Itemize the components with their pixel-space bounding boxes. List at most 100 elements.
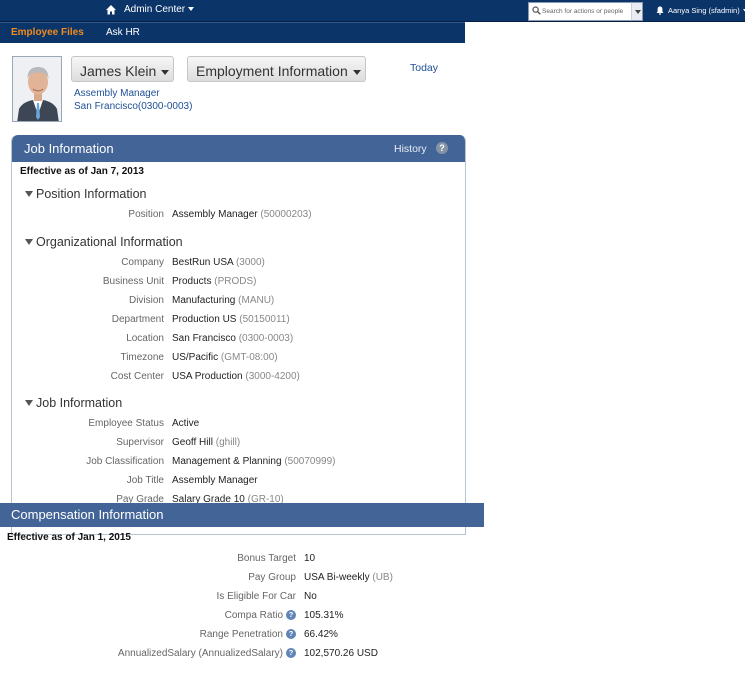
- help-icon[interactable]: ?: [436, 142, 448, 154]
- comp-field-row: Is Eligible For Car No: [0, 591, 745, 605]
- field-label: Bonus Target: [237, 553, 296, 564]
- employee-location[interactable]: San Francisco(0300-0003): [74, 101, 192, 112]
- field-row: Position Assembly Manager (50000203): [12, 209, 452, 223]
- employee-name: James Klein: [80, 63, 157, 79]
- value-code: (50070999): [284, 456, 336, 467]
- module-nav: Employee Files Ask HR: [0, 22, 465, 43]
- value-text: Geoff Hill: [172, 437, 213, 448]
- field-row: Location San Francisco (0300-0003): [12, 333, 452, 347]
- admin-center-menu[interactable]: Admin Center: [124, 4, 195, 15]
- tab-employee-files[interactable]: Employee Files: [11, 27, 84, 38]
- section-position-information[interactable]: Position Information: [25, 187, 146, 201]
- chevron-down-icon: [161, 69, 170, 75]
- search-dropdown-button[interactable]: [631, 2, 643, 21]
- field-label: Job Classification: [86, 456, 164, 467]
- field-value: San Francisco (0300-0003): [172, 333, 293, 344]
- compensation-panel-header: Compensation Information: [0, 503, 484, 527]
- effective-date: Effective as of Jan 7, 2013: [20, 166, 144, 177]
- top-bar: Admin Center Aanya Sing (sfadmin): [0, 0, 745, 22]
- field-row: Cost Center USA Production (3000-4200): [12, 371, 452, 385]
- field-label-with-help: AnnualizedSalary (AnnualizedSalary)?: [118, 648, 296, 659]
- panel-header: Job Information History ?: [12, 135, 465, 162]
- user-menu[interactable]: Aanya Sing (sfadmin): [668, 6, 745, 15]
- field-row: Division Manufacturing (MANU): [12, 295, 452, 309]
- view-selector-menu[interactable]: Employment Information: [187, 56, 366, 82]
- field-row: Business Unit Products (PRODS): [12, 276, 452, 290]
- job-information-panel: Job Information History ? Effective as o…: [11, 135, 466, 535]
- employee-job-title[interactable]: Assembly Manager: [74, 88, 160, 99]
- field-value: Manufacturing (MANU): [172, 295, 274, 306]
- search-box[interactable]: [528, 2, 642, 21]
- value-text: Assembly Manager: [172, 209, 258, 220]
- employee-photo: [12, 56, 62, 122]
- field-label: Location: [126, 333, 164, 344]
- value-code: (GMT-08:00): [220, 352, 278, 363]
- field-row: Employee Status Active: [12, 418, 452, 432]
- compensation-effective-date: Effective as of Jan 1, 2015: [7, 532, 131, 543]
- history-link[interactable]: History: [394, 143, 427, 155]
- field-row: Supervisor Geoff Hill (ghill): [12, 437, 452, 451]
- help-icon[interactable]: ?: [286, 629, 296, 640]
- field-value: USA Bi-weekly (UB): [304, 572, 393, 583]
- field-row: Job Classification Management & Planning…: [12, 456, 452, 470]
- field-label: Position: [128, 209, 164, 220]
- field-label: Division: [128, 295, 164, 306]
- field-label: Employee Status: [88, 418, 164, 429]
- today-link[interactable]: Today: [410, 62, 438, 74]
- section-heading: Job Information: [36, 396, 123, 410]
- search-input[interactable]: [542, 5, 630, 18]
- chevron-down-icon: [635, 10, 641, 14]
- chevron-down-icon: [188, 7, 195, 12]
- value-code: (ghill): [215, 437, 241, 448]
- field-label: Department: [111, 314, 164, 325]
- compensation-title: Compensation Information: [11, 507, 164, 522]
- field-label: Range Penetration: [199, 629, 283, 640]
- field-value: Products (PRODS): [172, 276, 256, 287]
- tab-ask-hr[interactable]: Ask HR: [106, 27, 140, 38]
- section-heading: Position Information: [36, 187, 147, 201]
- home-icon[interactable]: [105, 4, 117, 16]
- field-label: Supervisor: [116, 437, 164, 448]
- field-label-with-help: Range Penetration?: [200, 629, 296, 640]
- field-label: Compa Ratio: [224, 610, 283, 621]
- field-label: Business Unit: [102, 276, 164, 287]
- bell-icon[interactable]: [656, 6, 664, 15]
- field-value: Geoff Hill (ghill): [172, 437, 240, 448]
- collapse-triangle-icon: [25, 399, 33, 406]
- panel-title: Job Information: [24, 141, 114, 156]
- field-value: Management & Planning (50070999): [172, 456, 335, 467]
- section-organizational-information[interactable]: Organizational Information: [25, 235, 183, 249]
- comp-field-row: Pay Group USA Bi-weekly (UB): [0, 572, 745, 586]
- user-name: Aanya Sing (sfadmin): [668, 6, 740, 15]
- value-text: USA Production: [172, 371, 243, 382]
- field-label-with-help: Compa Ratio?: [225, 610, 296, 621]
- avatar: [13, 57, 61, 121]
- field-row: Timezone US/Pacific (GMT-08:00): [12, 352, 452, 366]
- value-code: (3000-4200): [245, 371, 300, 382]
- value-text: US/Pacific: [172, 352, 219, 363]
- field-value: Production US (50150011): [172, 314, 290, 325]
- collapse-triangle-icon: [25, 190, 33, 197]
- search-icon: [532, 6, 541, 15]
- value-text: BestRun USA: [172, 257, 234, 268]
- field-label: Company: [121, 257, 164, 268]
- value-code: (50150011): [239, 314, 290, 325]
- field-label: Pay Group: [248, 572, 296, 583]
- admin-center-label: Admin Center: [124, 4, 186, 15]
- value-text: Active: [172, 418, 200, 429]
- section-job-information[interactable]: Job Information: [25, 396, 122, 410]
- value-code: (0300-0003): [238, 333, 294, 344]
- comp-field-row: AnnualizedSalary (AnnualizedSalary)? 102…: [0, 648, 745, 662]
- value-code: (PRODS): [214, 276, 257, 287]
- help-icon[interactable]: ?: [286, 610, 296, 621]
- field-label: AnnualizedSalary (AnnualizedSalary): [117, 648, 283, 659]
- field-value: 10: [304, 553, 316, 564]
- field-value: Assembly Manager: [172, 475, 258, 486]
- value-text: Production US: [172, 314, 237, 325]
- value-code: (MANU): [238, 295, 275, 306]
- employee-name-menu[interactable]: James Klein: [71, 56, 174, 82]
- field-value: 105.31%: [304, 610, 344, 621]
- help-icon[interactable]: ?: [286, 648, 296, 659]
- value-code: (3000): [235, 257, 265, 268]
- comp-field-row: Range Penetration? 66.42%: [0, 629, 745, 643]
